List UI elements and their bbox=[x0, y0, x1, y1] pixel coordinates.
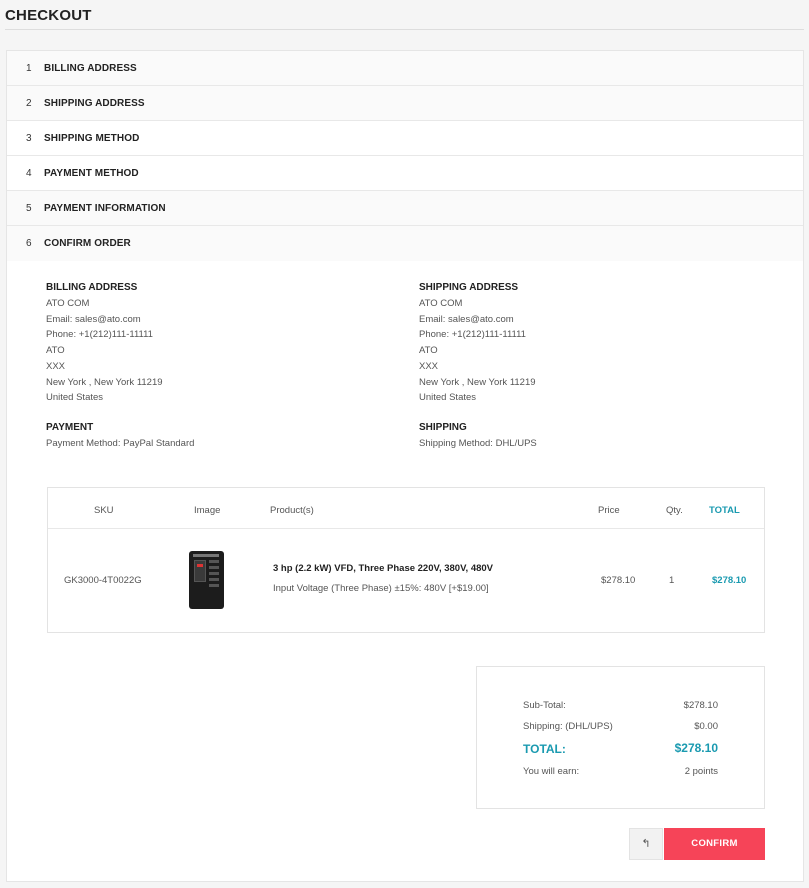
row-qty: 1 bbox=[669, 575, 675, 586]
order-summary: Sub-Total: $278.10 Shipping: (DHL/UPS) $… bbox=[476, 666, 765, 809]
step-label: PAYMENT METHOD bbox=[44, 168, 139, 179]
step-label: CONFIRM ORDER bbox=[44, 238, 131, 249]
subtotal-label: Sub-Total: bbox=[523, 700, 566, 711]
total-label: TOTAL: bbox=[523, 742, 566, 756]
confirm-button[interactable]: CONFIRM bbox=[664, 828, 765, 860]
step-label: SHIPPING METHOD bbox=[44, 133, 140, 144]
address-line: ATO bbox=[419, 345, 438, 357]
row-product-option: Input Voltage (Three Phase) ±15%: 480V [… bbox=[273, 583, 489, 594]
shipping-address-block: SHIPPING ADDRESS ATO COM Email: sales@at… bbox=[419, 280, 536, 406]
column-header-sku: SKU bbox=[94, 505, 114, 516]
shipping-label: Shipping: (DHL/UPS) bbox=[523, 721, 613, 732]
shipping-method-block: SHIPPING Shipping Method: DHL/UPS bbox=[419, 420, 537, 452]
step-number: 3 bbox=[26, 133, 32, 144]
address-line: XXX bbox=[419, 360, 439, 372]
earn-value: 2 points bbox=[684, 766, 718, 777]
row-price: $278.10 bbox=[601, 575, 636, 586]
step-shipping-address[interactable]: 2 SHIPPING ADDRESS bbox=[7, 86, 803, 121]
step-billing-address[interactable]: 1 BILLING ADDRESS bbox=[7, 51, 803, 86]
product-led bbox=[197, 564, 203, 567]
payment-method-text: Payment Method: PayPal Standard bbox=[46, 438, 195, 449]
product-brand-strip bbox=[193, 554, 219, 557]
address-line: ATO COM bbox=[46, 298, 90, 309]
vfd-drive-product-image[interactable] bbox=[189, 551, 224, 609]
shipping-heading: SHIPPING bbox=[419, 422, 467, 433]
step-label: BILLING ADDRESS bbox=[44, 63, 137, 74]
address-line: Phone: +1(212)111-11111 bbox=[419, 329, 526, 341]
address-line: Email: sales@ato.com bbox=[419, 313, 514, 325]
payment-heading: PAYMENT bbox=[46, 422, 94, 433]
product-keypad bbox=[209, 560, 219, 590]
column-header-price: Price bbox=[598, 505, 620, 516]
row-sku: GK3000-4T0022G bbox=[64, 575, 142, 586]
row-product-name[interactable]: 3 hp (2.2 kW) VFD, Three Phase 220V, 380… bbox=[273, 563, 493, 574]
step-label: SHIPPING ADDRESS bbox=[44, 98, 145, 109]
checkout-panel: 1 BILLING ADDRESS 2 SHIPPING ADDRESS 3 S… bbox=[6, 50, 804, 882]
step-number: 1 bbox=[26, 63, 32, 74]
step-number: 2 bbox=[26, 98, 32, 109]
step-number: 4 bbox=[26, 168, 32, 179]
address-line: United States bbox=[419, 392, 477, 404]
shipping-value: $0.00 bbox=[694, 721, 718, 732]
shipping-address-heading: SHIPPING ADDRESS bbox=[419, 282, 519, 293]
address-line: United States bbox=[46, 392, 104, 404]
column-header-qty: Qty. bbox=[666, 505, 683, 516]
column-header-total: TOTAL bbox=[709, 505, 740, 516]
step-number: 6 bbox=[26, 238, 32, 249]
address-line: XXX bbox=[46, 360, 66, 372]
column-header-image: Image bbox=[194, 505, 221, 516]
title-divider bbox=[5, 29, 804, 30]
column-header-products: Product(s) bbox=[270, 505, 314, 516]
total-value: $278.10 bbox=[674, 741, 718, 755]
step-confirm-order[interactable]: 6 CONFIRM ORDER bbox=[7, 226, 803, 261]
step-payment-method[interactable]: 4 PAYMENT METHOD bbox=[7, 156, 803, 191]
address-line: ATO bbox=[46, 345, 65, 357]
address-line: Phone: +1(212)111-11111 bbox=[46, 329, 153, 341]
billing-address-heading: BILLING ADDRESS bbox=[46, 282, 138, 293]
page-title: CHECKOUT bbox=[5, 7, 92, 24]
order-items-table: SKU Image Product(s) Price Qty. TOTAL GK… bbox=[47, 487, 765, 633]
back-button[interactable]: ↰ bbox=[629, 828, 663, 860]
step-shipping-method[interactable]: 3 SHIPPING METHOD bbox=[7, 121, 803, 156]
row-total: $278.10 bbox=[712, 575, 747, 586]
payment-block: PAYMENT Payment Method: PayPal Standard bbox=[46, 420, 194, 452]
address-line: ATO COM bbox=[419, 298, 463, 309]
step-payment-information[interactable]: 5 PAYMENT INFORMATION bbox=[7, 191, 803, 226]
subtotal-value: $278.10 bbox=[683, 700, 718, 711]
address-line: Email: sales@ato.com bbox=[46, 313, 141, 325]
back-arrow-icon: ↰ bbox=[641, 838, 651, 850]
address-line: New York , New York 11219 bbox=[46, 376, 163, 388]
earn-label: You will earn: bbox=[523, 766, 580, 777]
table-header-divider bbox=[48, 528, 764, 529]
step-number: 5 bbox=[26, 203, 32, 214]
shipping-method-text: Shipping Method: DHL/UPS bbox=[419, 438, 537, 449]
billing-address-block: BILLING ADDRESS ATO COM Email: sales@ato… bbox=[46, 280, 163, 406]
step-label: PAYMENT INFORMATION bbox=[44, 203, 166, 214]
address-line: New York , New York 11219 bbox=[419, 376, 536, 388]
